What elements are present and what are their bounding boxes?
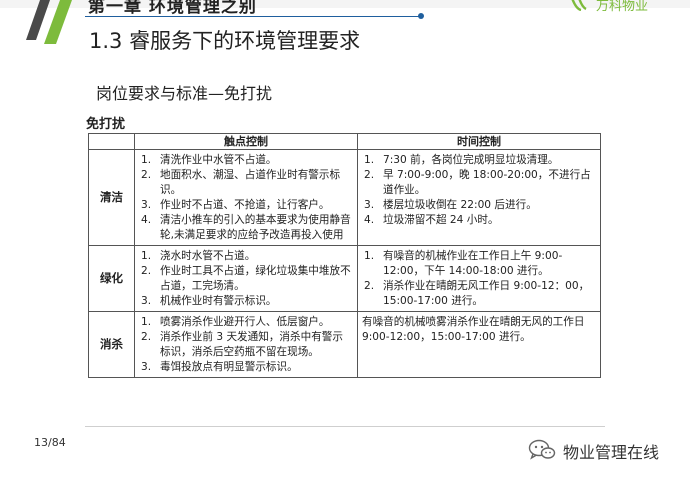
list-item: 1. 清洗作业中水管不占道。	[141, 154, 277, 166]
category-cell: 清洁	[88, 149, 135, 246]
list-item: 1. 7:30 前，各岗位完成明显垃圾清理。	[364, 154, 559, 166]
footer-rule	[85, 426, 605, 427]
touch-cell: 1. 清洗作业中水管不占道。 2. 地面积水、潮湿、占道作业时有警示标识。 3. 作业…	[134, 149, 358, 246]
chapter-heading-cut: 第一章 环境管理之别	[88, 0, 257, 17]
list-item: 2. 早 7:00-9:00，晚 18:00-20:00，不进行占道作业。	[364, 169, 591, 196]
page-number: 13/84	[34, 436, 66, 449]
time-cell: 1. 有噪音的机械作业在工作日上午 9:00-12:00，下午 14:00-18:…	[357, 245, 601, 312]
table-row: 清洁 1. 清洗作业中水管不占道。 2. 地面积水、潮湿、占道作业时有警示标识。 3…	[88, 149, 601, 246]
brand-logo: 万科物业	[570, 0, 680, 14]
list-item: 4. 清洁小推车的引入的基本要求为使用静音轮,未满足要求的应给予改造再投入使用	[141, 214, 351, 241]
touch-cell: 1. 喷雾消杀作业避开行人、低层窗户。 2. 消杀作业前 3 天发通知，消杀中有警示…	[134, 311, 358, 378]
list-item: 4. 垃圾滞留不超 24 小时。	[364, 214, 499, 226]
time-cell: 有噪音的机械喷雾消杀作业在晴朗无风的工作日 9:00-12:00，15:00-1…	[357, 311, 601, 378]
column-header-time: 时间控制	[357, 133, 601, 150]
list-item: 2. 地面积水、潮湿、占道作业时有警示标识。	[141, 169, 341, 196]
list-item: 3. 毒饵投放点有明显警示标识。	[141, 361, 298, 373]
table-row: 消杀 1. 喷雾消杀作业避开行人、低层窗户。 2. 消杀作业前 3 天发通知，消杀中…	[88, 311, 601, 378]
table-row: 绿化 1. 浇水时水管不占道。 2. 作业时工具不占道，绿化垃圾集中堆放不占道，工完…	[88, 245, 601, 312]
logo-text: 万科物业	[596, 0, 649, 14]
wechat-icon	[528, 439, 556, 460]
corner-cell	[88, 133, 135, 150]
list-item: 1. 有噪音的机械作业在工作日上午 9:00-12:00，下午 14:00-18:…	[364, 250, 563, 277]
slide-subtitle: 岗位要求与标准—免打扰	[96, 84, 273, 103]
list-item: 3. 机械作业时有警示标识。	[141, 295, 277, 307]
category-cell: 消杀	[88, 311, 135, 378]
watermark-text: 物业管理在线	[563, 443, 660, 462]
list-item: 2. 作业时工具不占道，绿化垃圾集中堆放不占道，工完场清。	[141, 265, 351, 292]
list-item: 1. 浇水时水管不占道。	[141, 250, 256, 262]
list-item: 2. 消杀作业在晴朗无风工作日 9:00-12：00，15:00-17:00 进行…	[364, 280, 590, 307]
list-item: 3. 作业时不占道、不抢道，让行客户。	[141, 199, 330, 211]
column-header-touch: 触点控制	[134, 133, 358, 150]
list-item: 3. 楼层垃圾收倒在 22:00 后进行。	[364, 199, 537, 211]
time-cell: 1. 7:30 前，各岗位完成明显垃圾清理。 2. 早 7:00-9:00，晚 18…	[357, 149, 601, 246]
header-rule	[85, 16, 420, 17]
header-rule-dot	[418, 13, 424, 19]
section-title: 1.3 睿服务下的环境管理要求	[89, 29, 361, 53]
category-cell: 绿化	[88, 245, 135, 312]
vanke-logo-icon	[571, 0, 587, 11]
list-item: 1. 喷雾消杀作业避开行人、低层窗户。	[141, 316, 330, 328]
table-header-row: 触点控制 时间控制	[88, 133, 601, 150]
list-item: 2. 消杀作业前 3 天发通知，消杀中有警示标识，消杀后空药瓶不留在现场。	[141, 331, 343, 358]
slash-logo-icon	[26, 0, 72, 44]
touch-cell: 1. 浇水时水管不占道。 2. 作业时工具不占道，绿化垃圾集中堆放不占道，工完场清。…	[134, 245, 358, 312]
table-label: 免打扰	[86, 117, 126, 132]
requirements-table: 触点控制 时间控制 清洁 1. 清洗作业中水管不占道。 2. 地面积水、潮湿、占道作…	[88, 133, 601, 378]
